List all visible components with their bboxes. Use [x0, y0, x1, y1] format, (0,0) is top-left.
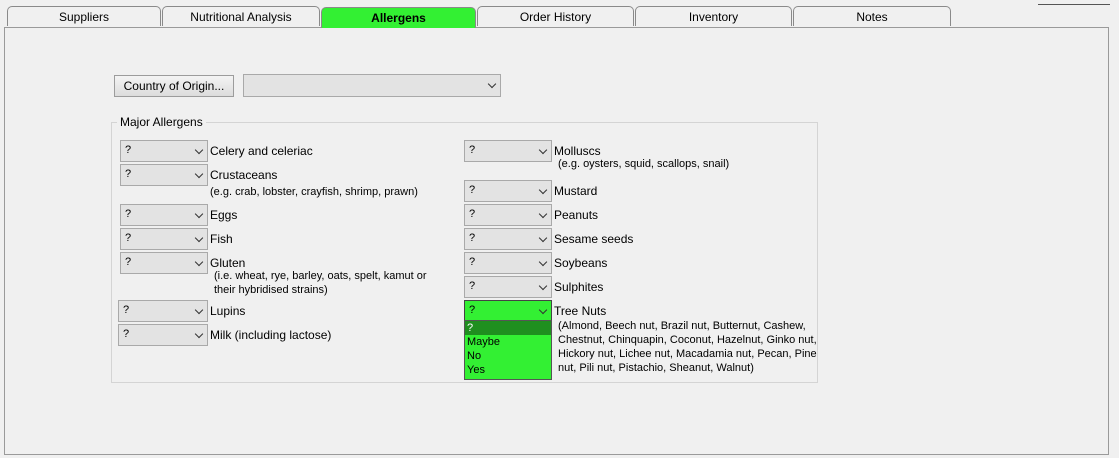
- gluten-label: Gluten: [210, 256, 246, 270]
- crustaceans-label: Crustaceans: [210, 168, 278, 182]
- tab-nutritional-analysis[interactable]: Nutritional Analysis: [162, 6, 320, 26]
- lupins-label: Lupins: [210, 304, 246, 318]
- tab-inventory[interactable]: Inventory: [635, 6, 792, 26]
- celery-select[interactable]: ?: [120, 140, 208, 162]
- tab-order-history[interactable]: Order History: [477, 6, 634, 26]
- tree-nuts-value: ?: [469, 304, 476, 316]
- country-of-origin-select[interactable]: [243, 74, 501, 97]
- sesame-label: Sesame seeds: [554, 232, 634, 246]
- crustaceans-select[interactable]: ?: [120, 164, 208, 186]
- major-allergens-title: Major Allergens: [117, 115, 206, 129]
- molluscs-note: (e.g. oysters, squid, scallops, snail): [558, 158, 730, 170]
- country-of-origin-button[interactable]: Country of Origin...: [114, 75, 234, 97]
- chevron-down-icon: [538, 233, 548, 243]
- soybeans-value: ?: [469, 256, 476, 268]
- mustard-select[interactable]: ?: [464, 180, 552, 202]
- fish-select[interactable]: ?: [120, 228, 208, 250]
- crustaceans-note: (e.g. crab, lobster, crayfish, shrimp, p…: [210, 186, 418, 198]
- fish-label: Fish: [210, 232, 233, 246]
- chevron-down-icon: [194, 169, 204, 179]
- tab-strip: Suppliers Nutritional Analysis Allergens…: [0, 0, 1119, 28]
- chevron-down-icon: [538, 281, 548, 291]
- mustard-label: Mustard: [554, 184, 598, 198]
- chevron-down-icon: [194, 233, 204, 243]
- crustaceans-value: ?: [125, 168, 132, 180]
- dropdown-option-no[interactable]: No: [465, 349, 551, 363]
- celery-value: ?: [125, 144, 132, 156]
- chevron-down-icon: [538, 145, 548, 155]
- chevron-down-icon: [194, 305, 204, 315]
- peanuts-label: Peanuts: [554, 208, 599, 222]
- dropdown-option-yes[interactable]: Yes: [465, 363, 551, 377]
- eggs-select[interactable]: ?: [120, 204, 208, 226]
- tree-nuts-select[interactable]: ?: [464, 300, 552, 322]
- chevron-down-icon: [194, 145, 204, 155]
- chevron-down-icon: [538, 209, 548, 219]
- chevron-down-icon: [194, 257, 204, 267]
- peanuts-value: ?: [469, 208, 476, 220]
- chevron-down-icon: [538, 305, 548, 315]
- gluten-note-line-2: their hybridised strains): [214, 284, 328, 296]
- sulphites-label: Sulphites: [554, 280, 604, 294]
- molluscs-select[interactable]: ?: [464, 140, 552, 162]
- peanuts-select[interactable]: ?: [464, 204, 552, 226]
- chevron-down-icon: [538, 185, 548, 195]
- soybeans-label: Soybeans: [554, 256, 608, 270]
- celery-label: Celery and celeriac: [210, 144, 313, 158]
- lupins-value: ?: [123, 304, 130, 316]
- mustard-value: ?: [469, 184, 476, 196]
- milk-value: ?: [123, 328, 130, 340]
- lupins-select[interactable]: ?: [118, 300, 208, 322]
- tree-nuts-note-line-3: Hickory nut, Lichee nut, Macadamia nut, …: [558, 348, 817, 360]
- window-corner-mark: 0: [1038, 0, 1110, 5]
- molluscs-value: ?: [469, 144, 476, 156]
- sulphites-value: ?: [469, 280, 476, 292]
- chevron-down-icon: [194, 329, 204, 339]
- eggs-value: ?: [125, 208, 132, 220]
- tab-notes[interactable]: Notes: [793, 6, 951, 26]
- molluscs-label: Molluscs: [554, 144, 601, 158]
- tree-nuts-label: Tree Nuts: [554, 304, 607, 318]
- chevron-down-icon: [538, 257, 548, 267]
- tree-nuts-note-line-1: (Almond, Beech nut, Brazil nut, Butternu…: [558, 320, 806, 332]
- tab-allergens[interactable]: Allergens: [321, 7, 476, 28]
- sesame-select[interactable]: ?: [464, 228, 552, 250]
- tree-nuts-note-line-4: nut, Pili nut, Pistachio, Sheanut, Walnu…: [558, 362, 754, 374]
- gluten-select[interactable]: ?: [120, 252, 208, 274]
- tab-suppliers[interactable]: Suppliers: [7, 6, 161, 26]
- tree-nuts-dropdown-list: ? Maybe No Yes: [464, 320, 552, 380]
- tree-nuts-note-line-2: Chestnut, Chinquapin, Coconut, Hazelnut,…: [558, 334, 817, 346]
- eggs-label: Eggs: [210, 208, 238, 222]
- fish-value: ?: [125, 232, 132, 244]
- milk-label: Milk (including lactose): [210, 328, 332, 342]
- gluten-note-line-1: (i.e. wheat, rye, barley, oats, spelt, k…: [214, 270, 427, 282]
- soybeans-select[interactable]: ?: [464, 252, 552, 274]
- chevron-down-icon: [194, 209, 204, 219]
- dropdown-option-maybe[interactable]: Maybe: [465, 335, 551, 349]
- gluten-value: ?: [125, 256, 132, 268]
- sulphites-select[interactable]: ?: [464, 276, 552, 298]
- sesame-value: ?: [469, 232, 476, 244]
- milk-select[interactable]: ?: [118, 324, 208, 346]
- chevron-down-icon: [487, 79, 497, 89]
- dropdown-option-unknown[interactable]: ?: [465, 321, 551, 335]
